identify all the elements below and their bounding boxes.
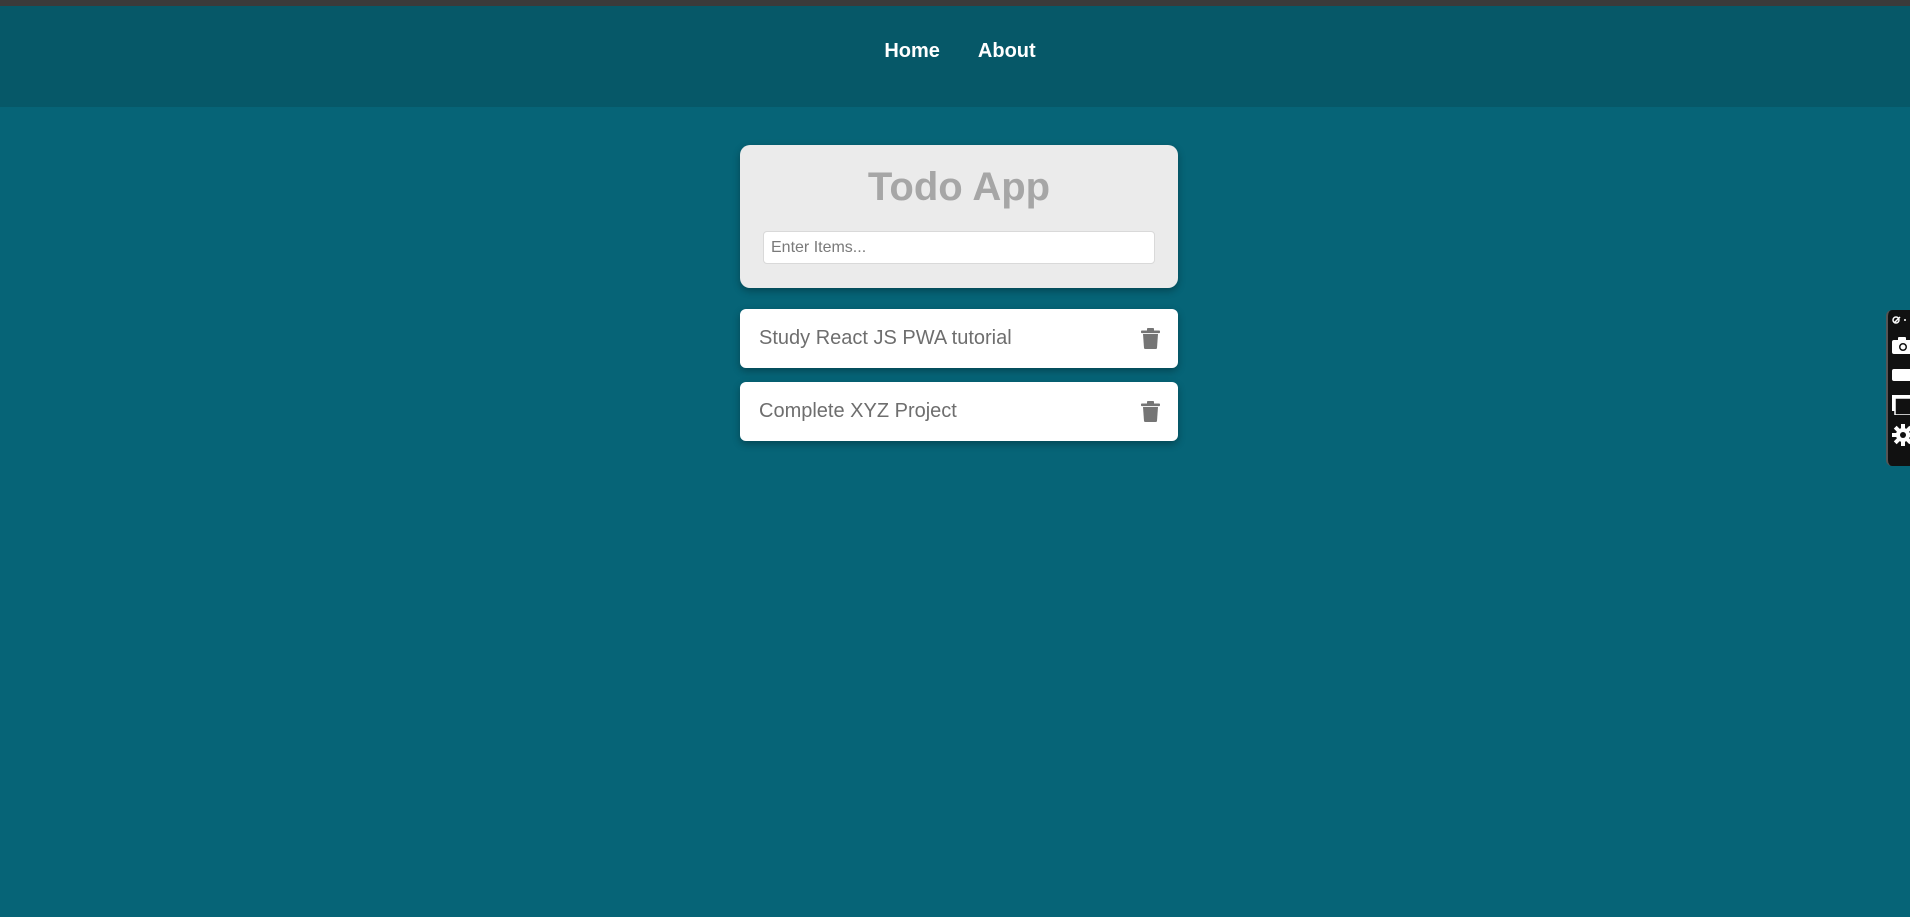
trash-icon[interactable] bbox=[1140, 328, 1160, 350]
todo-item-text: Study React JS PWA tutorial bbox=[759, 327, 1012, 349]
link-icon[interactable] bbox=[1892, 314, 1910, 326]
todo-item-text: Complete XYZ Project bbox=[759, 400, 957, 422]
todo-item: Study React JS PWA tutorial bbox=[740, 309, 1178, 368]
todo-header-card: Todo App bbox=[740, 145, 1178, 288]
nav-link-about[interactable]: About bbox=[978, 40, 1036, 63]
app-title: Todo App bbox=[867, 165, 1051, 209]
todo-item: Complete XYZ Project bbox=[740, 382, 1178, 441]
add-item-input[interactable] bbox=[763, 231, 1155, 264]
camera-icon[interactable] bbox=[1892, 334, 1910, 356]
navbar: Home About bbox=[0, 6, 1910, 107]
screen-capture-toolbar bbox=[1886, 310, 1910, 466]
nav-link-home[interactable]: Home bbox=[884, 40, 940, 63]
video-icon[interactable] bbox=[1892, 364, 1910, 386]
nav-links: Home About bbox=[884, 40, 1035, 63]
trash-icon[interactable] bbox=[1140, 401, 1160, 423]
window-icon[interactable] bbox=[1892, 394, 1910, 416]
gear-icon[interactable] bbox=[1892, 424, 1910, 446]
